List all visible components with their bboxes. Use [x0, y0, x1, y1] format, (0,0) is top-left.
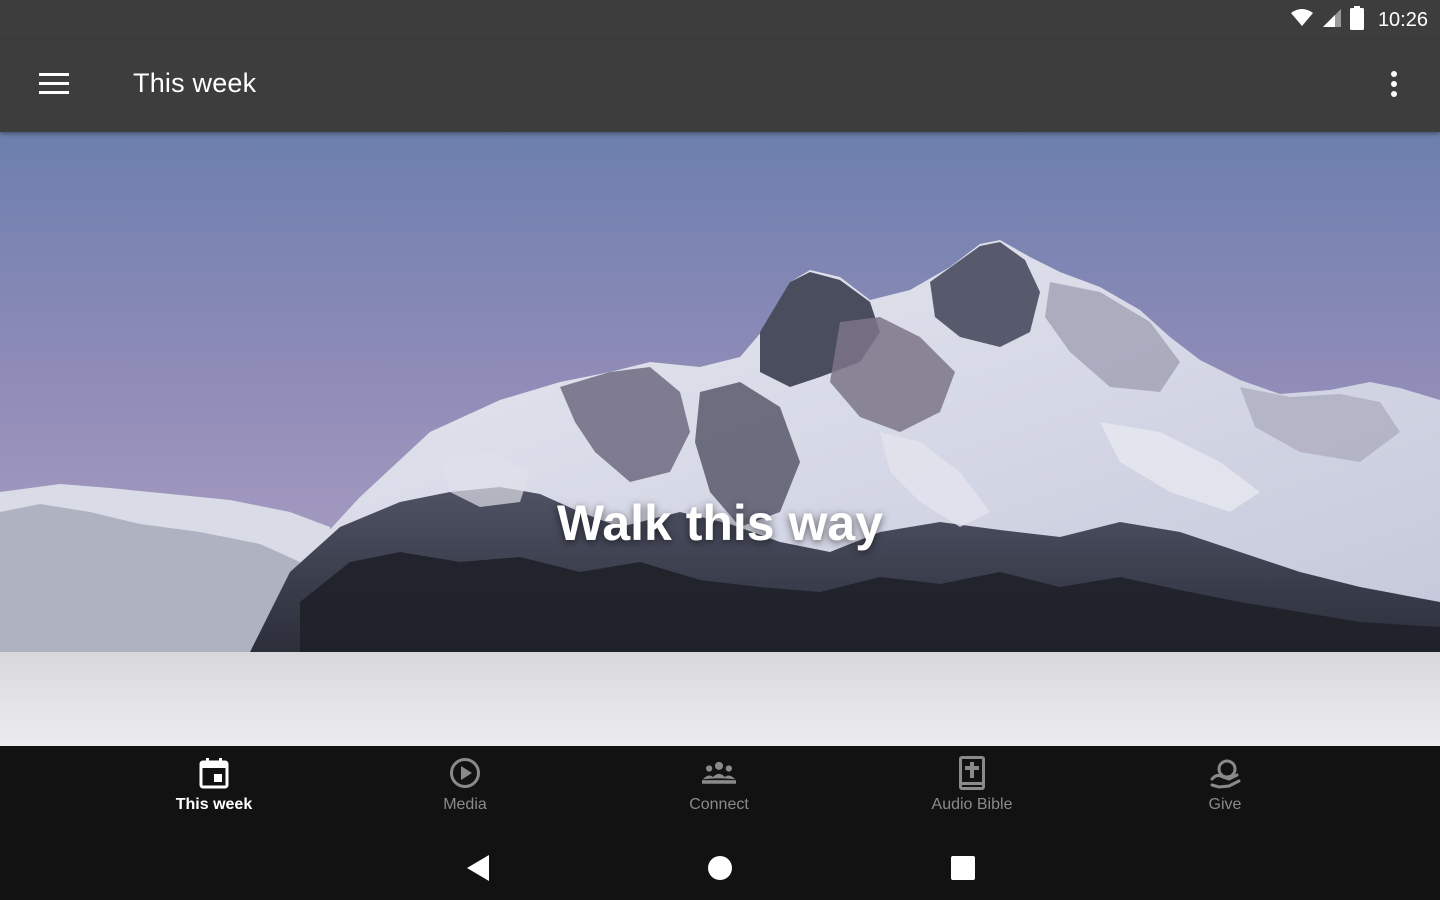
back-icon	[465, 854, 491, 887]
calendar-icon	[197, 756, 231, 790]
nav-item-media[interactable]: Media	[365, 756, 565, 830]
system-recents-button[interactable]	[941, 848, 985, 892]
system-home-button[interactable]	[698, 848, 742, 892]
nav-label-give: Give	[1208, 796, 1242, 813]
home-icon	[707, 855, 733, 886]
nav-item-audio-bible[interactable]: Audio Bible	[872, 756, 1072, 830]
nav-item-give[interactable]: Give	[1125, 756, 1325, 830]
give-hand-icon	[1208, 756, 1242, 790]
battery-icon	[1349, 5, 1364, 35]
hero-title: Walk this way	[556, 495, 884, 551]
nav-label-audio-bible: Audio Bible	[931, 796, 1013, 813]
system-navigation-bar	[0, 836, 1440, 900]
cell-signal-icon	[1322, 8, 1342, 33]
play-circle-icon	[448, 756, 482, 790]
page-title: This week	[133, 68, 257, 98]
system-back-button[interactable]	[456, 848, 500, 892]
bible-icon	[955, 756, 989, 790]
next-card-preview[interactable]	[0, 652, 1440, 746]
nav-label-connect: Connect	[689, 796, 749, 813]
group-icon	[702, 756, 736, 790]
menu-button[interactable]	[30, 62, 78, 110]
hero-banner[interactable]: Walk this way	[0, 132, 1440, 652]
status-icons: 10:26	[1290, 5, 1428, 35]
app-bar: This week	[0, 40, 1440, 132]
wifi-icon	[1290, 8, 1314, 33]
recents-icon	[950, 855, 976, 886]
hamburger-menu-icon	[39, 72, 69, 100]
nav-label-media: Media	[443, 796, 487, 813]
bottom-navigation: This week Media Connect Audio Bible Give	[0, 746, 1440, 836]
nav-item-connect[interactable]: Connect	[619, 756, 819, 830]
overflow-menu-button[interactable]	[1370, 62, 1418, 110]
status-time: 10:26	[1377, 8, 1428, 31]
status-bar: 10:26	[0, 0, 1440, 40]
nav-label-this-week: This week	[175, 796, 253, 813]
more-vertical-icon	[1390, 70, 1398, 103]
nav-item-this-week[interactable]: This week	[114, 756, 314, 830]
